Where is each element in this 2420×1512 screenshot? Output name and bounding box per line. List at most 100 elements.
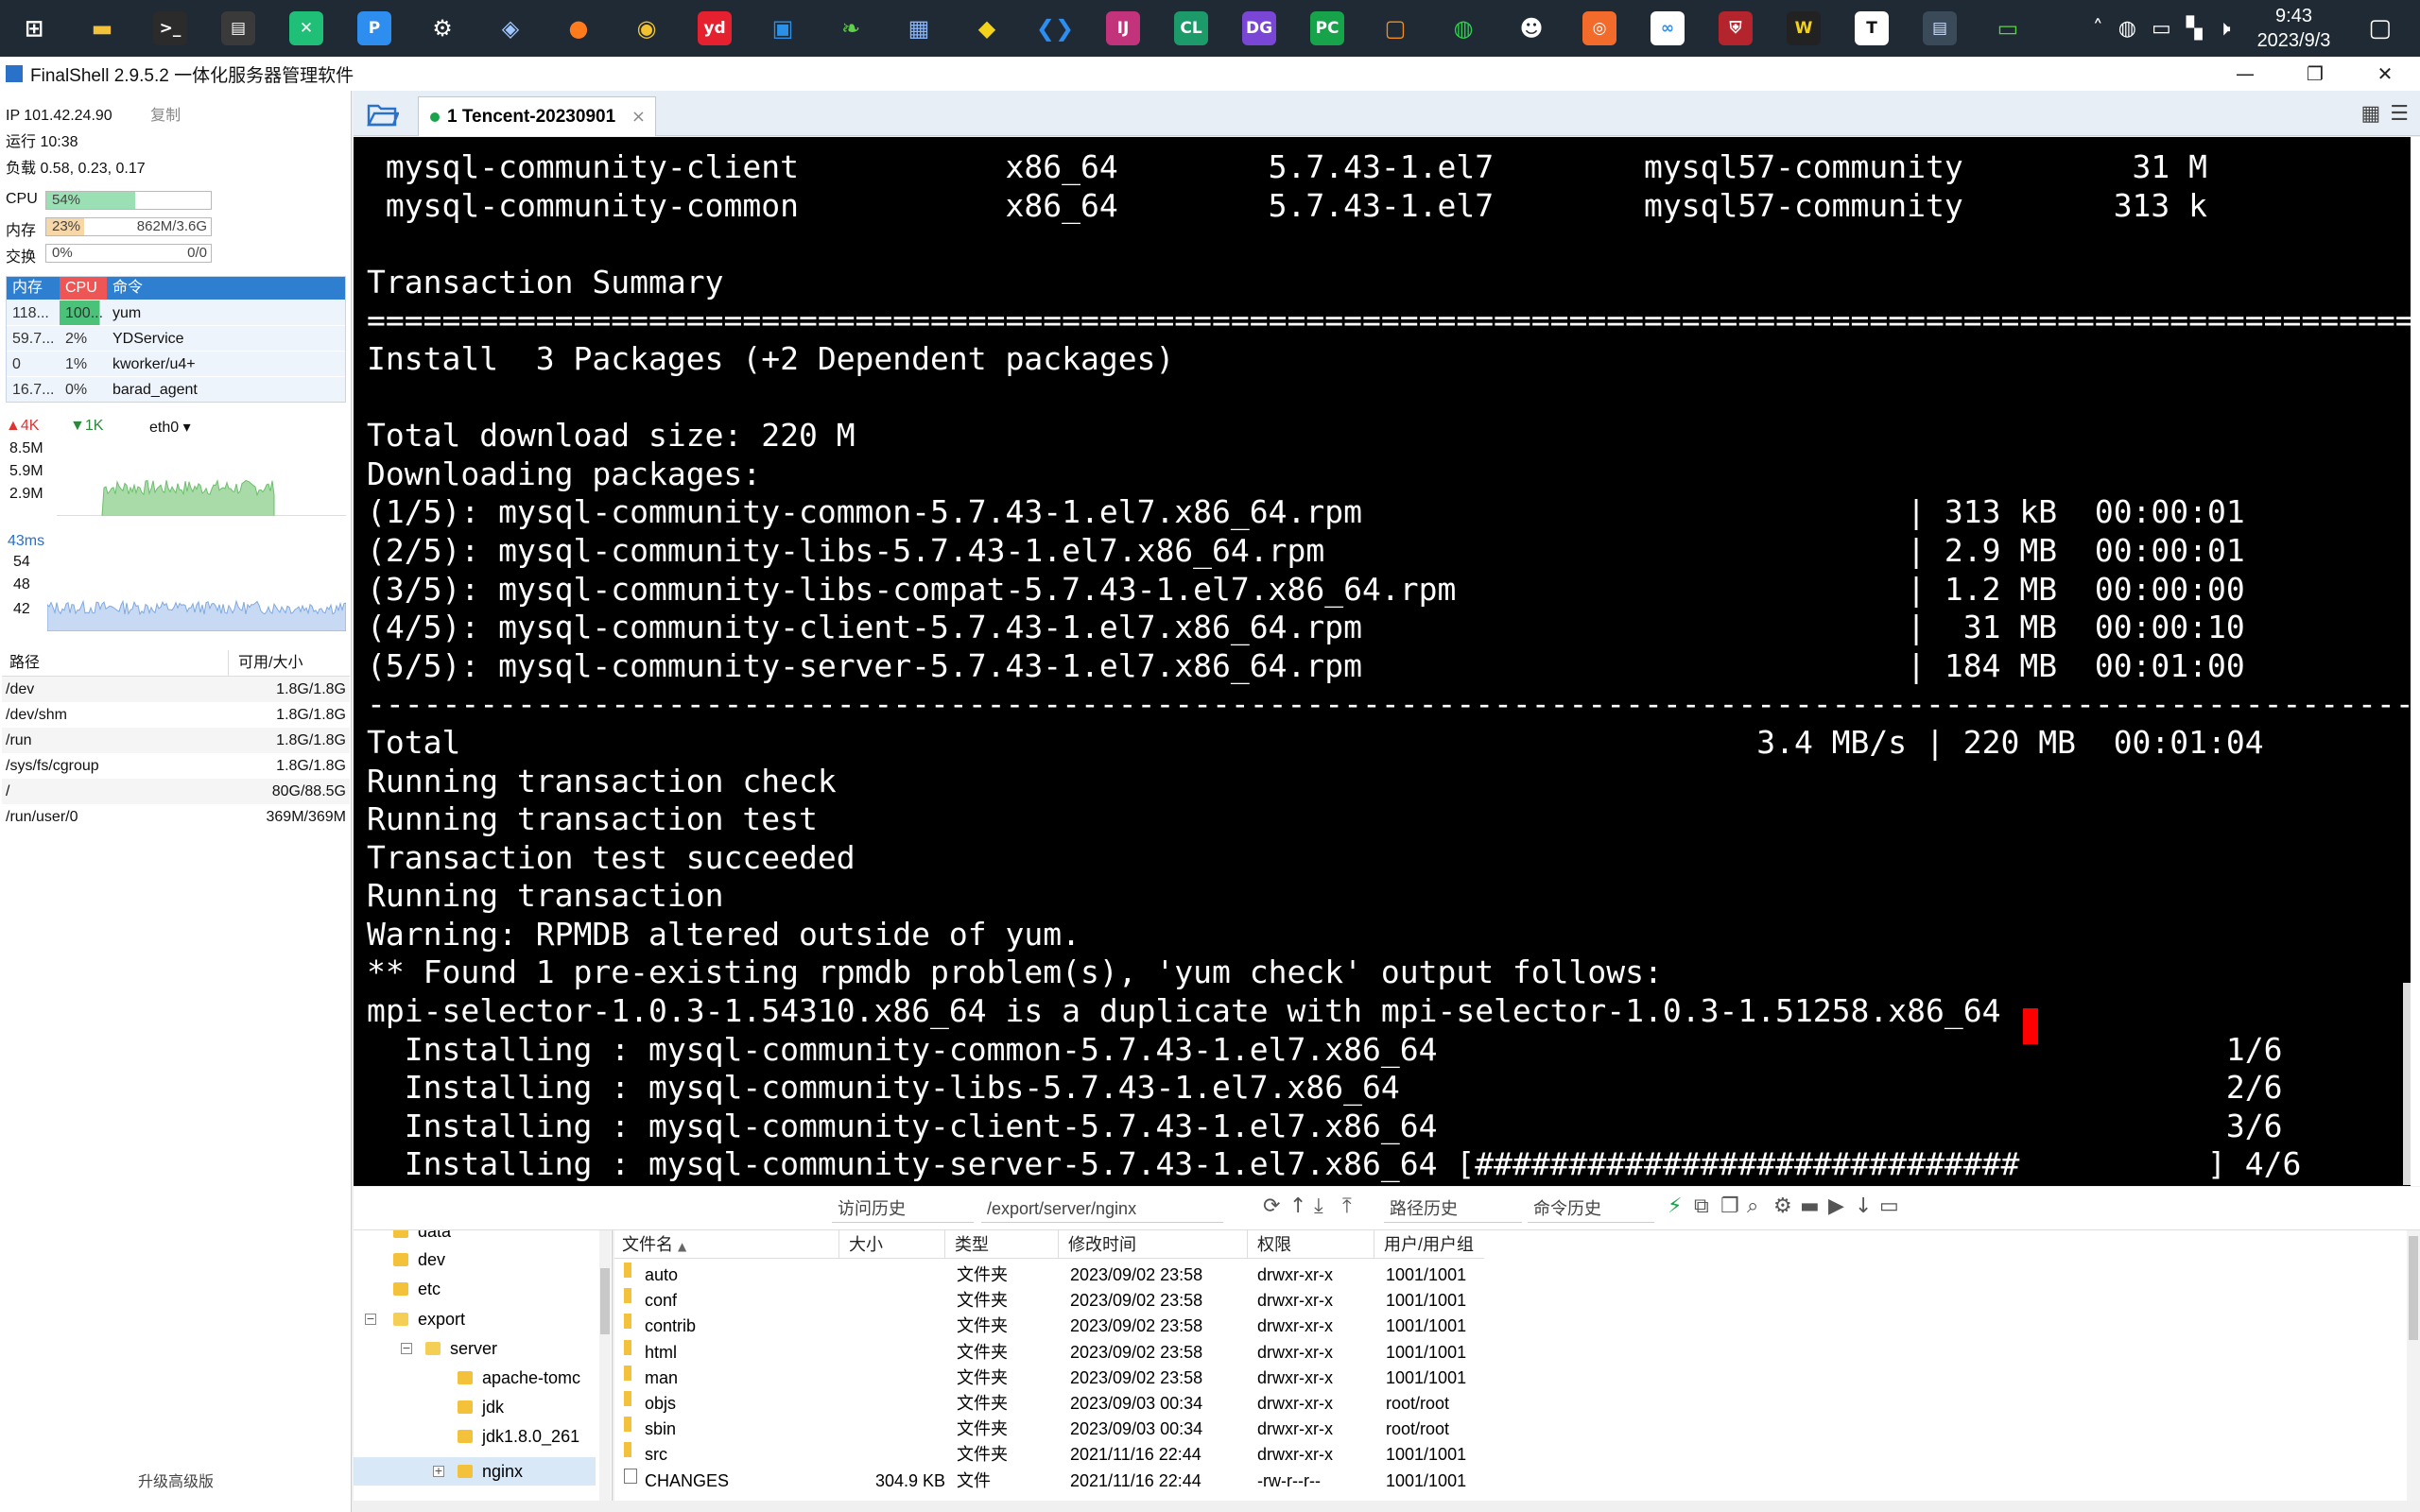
tree-node-export[interactable]: export <box>393 1305 465 1333</box>
file-row[interactable]: man 文件夹 2023/09/02 23:58 drwxr-xr-x 1001/100… <box>614 1365 1522 1391</box>
process-row[interactable]: 59.7... 2% YDService <box>7 325 345 351</box>
copy-icon[interactable]: ⧉ <box>1694 1194 1709 1218</box>
disk-row[interactable]: /run/user/0 369M/369M <box>2 804 350 830</box>
quick-command-icon[interactable]: ⚡ <box>1668 1194 1682 1218</box>
tree-node-server[interactable]: server <box>425 1334 497 1363</box>
notes-icon[interactable]: P <box>357 11 391 45</box>
file-row[interactable]: auto 文件夹 2023/09/02 23:58 drwxr-xr-x 1001/10… <box>614 1263 1522 1288</box>
tray-volume-icon[interactable]: 🕨 <box>2218 17 2231 41</box>
finalshell-icon[interactable]: ▤ <box>1923 11 1957 45</box>
tray-wechat-icon[interactable]: ◍ <box>2118 17 2136 41</box>
terminal-scroll-thumb[interactable] <box>2403 983 2411 1185</box>
terminal-scrollbar[interactable] <box>2411 137 2420 1186</box>
terminal-icon[interactable]: >_ <box>153 11 187 45</box>
xmind-icon[interactable]: ✕ <box>289 11 323 45</box>
terminal-alt-icon[interactable]: ▤ <box>221 11 255 45</box>
command-history-field[interactable]: 命令历史 <box>1528 1194 1654 1223</box>
network-tool-icon[interactable]: ◈ <box>488 6 533 51</box>
go-up-icon[interactable]: ↑ <box>1289 1194 1306 1218</box>
tree-node-nginx[interactable]: nginx <box>458 1457 523 1486</box>
disk-header-path[interactable]: 路径 <box>2 650 229 676</box>
interface-select[interactable]: eth0 ▾ <box>149 418 191 437</box>
process-row[interactable]: 16.7... 0% barad_agent <box>7 376 345 402</box>
upgrade-link[interactable]: 升级高级版 <box>0 1469 352 1491</box>
disk-row[interactable]: /sys/fs/cgroup 1.8G/1.8G <box>2 753 350 779</box>
col-header-perm[interactable]: 权限 <box>1250 1230 1374 1259</box>
tree-node-data[interactable]: data <box>393 1230 451 1246</box>
process-row[interactable]: 118... 100... yum <box>7 300 345 325</box>
disk-row[interactable]: /dev/shm 1.8G/1.8G <box>2 702 350 728</box>
file-row[interactable]: contrib 文件夹 2023/09/02 23:58 drwxr-xr-x 1001… <box>614 1314 1522 1339</box>
play-icon[interactable]: ▶ <box>1828 1194 1844 1218</box>
start-icon[interactable]: ⊞ <box>11 6 57 51</box>
youdao-icon[interactable]: yd <box>698 11 732 45</box>
copy-ip-button[interactable]: 复制 <box>150 108 181 124</box>
process-header-mem[interactable]: 内存 <box>7 277 60 300</box>
grid-view-icon[interactable]: ▦ <box>2360 102 2380 126</box>
col-header-owner[interactable]: 用户/用户组 <box>1376 1230 1490 1259</box>
remote-desktop-icon[interactable]: ▢ <box>1373 6 1418 51</box>
settings-icon[interactable]: ⚙ <box>420 6 465 51</box>
tree-node-jdk[interactable]: jdk <box>458 1393 504 1421</box>
notification-icon[interactable]: ▢ <box>2368 14 2392 43</box>
paste-icon[interactable]: ❐ <box>1720 1194 1739 1218</box>
process-row[interactable]: 0 1% kworker/u4+ <box>7 351 345 376</box>
disk-header-size[interactable]: 可用/大小 <box>229 650 350 676</box>
qq-icon[interactable]: ☻ <box>1509 6 1554 51</box>
tray-chevron-icon[interactable]: ˄ <box>2093 17 2103 41</box>
restore-button[interactable]: ❐ <box>2280 57 2350 91</box>
download-icon[interactable]: ⤓ <box>1314 1194 1323 1218</box>
process-header-cpu[interactable]: CPU <box>60 277 107 300</box>
close-button[interactable]: ✕ <box>2350 57 2420 91</box>
file-row[interactable]: CHANGES 304.9 KB 文件 2021/11/16 22:44 -rw-r--… <box>614 1468 1522 1494</box>
firefox-icon[interactable]: ● <box>556 6 601 51</box>
tree-node-apache-tomcat[interactable]: apache-tomc <box>458 1364 580 1392</box>
datagrip-icon[interactable]: DG <box>1242 11 1276 45</box>
typora-icon[interactable]: T <box>1855 11 1889 45</box>
tree-node-dev[interactable]: dev <box>393 1246 445 1274</box>
file-list-scroll-thumb[interactable] <box>2409 1236 2418 1340</box>
file-row[interactable]: sbin 文件夹 2023/09/03 00:34 drwxr-xr-x root/ro… <box>614 1417 1522 1442</box>
tree-scroll-thumb[interactable] <box>600 1268 610 1334</box>
file-row[interactable]: objs 文件夹 2023/09/03 00:34 drwxr-xr-x root/ro… <box>614 1391 1522 1417</box>
gem-icon[interactable]: ◆ <box>964 6 1010 51</box>
tab-tencent-session[interactable]: 1 Tencent-20230901 × <box>418 96 656 136</box>
path-field[interactable]: /export/server/nginx <box>981 1194 1223 1223</box>
search-icon[interactable]: ⌕ <box>1747 1194 1758 1218</box>
collapse-icon[interactable]: − <box>365 1314 376 1325</box>
menu-icon[interactable]: ☰ <box>2390 102 2409 126</box>
gear-icon[interactable]: ⚙ <box>1773 1194 1792 1218</box>
col-header-size[interactable]: 大小 <box>841 1230 945 1259</box>
clion-icon[interactable]: CL <box>1174 11 1208 45</box>
calculator-icon[interactable]: ▦ <box>896 6 942 51</box>
expand-icon[interactable]: + <box>433 1466 444 1477</box>
col-header-type[interactable]: 类型 <box>947 1230 1059 1259</box>
file-row[interactable]: html 文件夹 2023/09/02 23:58 drwxr-xr-x 1001/10… <box>614 1339 1522 1366</box>
terminal[interactable]: mysql-community-client x86_64 5.7.43-1.e… <box>354 137 2411 1186</box>
access-history-field[interactable]: 访问历史 <box>832 1194 974 1223</box>
tray-display-icon[interactable]: ▭ <box>2152 17 2171 41</box>
compass-icon[interactable]: ◎ <box>1582 11 1616 45</box>
clock[interactable]: 9:43 2023/9/3 <box>2257 4 2331 53</box>
tree-node-etc[interactable]: etc <box>393 1275 441 1303</box>
pycharm-icon[interactable]: PC <box>1310 11 1344 45</box>
minimize-button[interactable]: — <box>2210 57 2280 91</box>
disk-row[interactable]: /dev 1.8G/1.8G <box>2 677 350 702</box>
leaf-icon[interactable]: ❧ <box>828 6 873 51</box>
tree-node-jdk1.8[interactable]: jdk1.8.0_261 <box>458 1422 579 1451</box>
folder-icon[interactable]: ▬ <box>1800 1194 1820 1218</box>
vscode-icon[interactable]: ❮❯ <box>1032 6 1078 51</box>
col-header-name[interactable]: 文件名 ▲ <box>614 1230 839 1259</box>
shield-icon[interactable]: ⛨ <box>1719 11 1753 45</box>
file-row[interactable]: conf 文件夹 2023/09/02 23:58 drwxr-xr-x 1001/10… <box>614 1288 1522 1314</box>
disk-row[interactable]: /run 1.8G/1.8G <box>2 728 350 753</box>
upload-icon[interactable]: ⤒ <box>1342 1194 1352 1218</box>
docker-icon[interactable]: ▣ <box>760 6 805 51</box>
refresh-icon[interactable]: ⟳ <box>1263 1194 1280 1218</box>
chrome-icon[interactable]: ◉ <box>624 6 669 51</box>
wechat-icon[interactable]: ◍ <box>1441 6 1486 51</box>
process-header-cmd[interactable]: 命令 <box>107 277 143 300</box>
screen-share-icon[interactable]: ▭ <box>1985 6 2031 51</box>
cloud-drive-icon[interactable]: ∞ <box>1651 11 1685 45</box>
collapse-icon[interactable]: − <box>401 1343 412 1354</box>
